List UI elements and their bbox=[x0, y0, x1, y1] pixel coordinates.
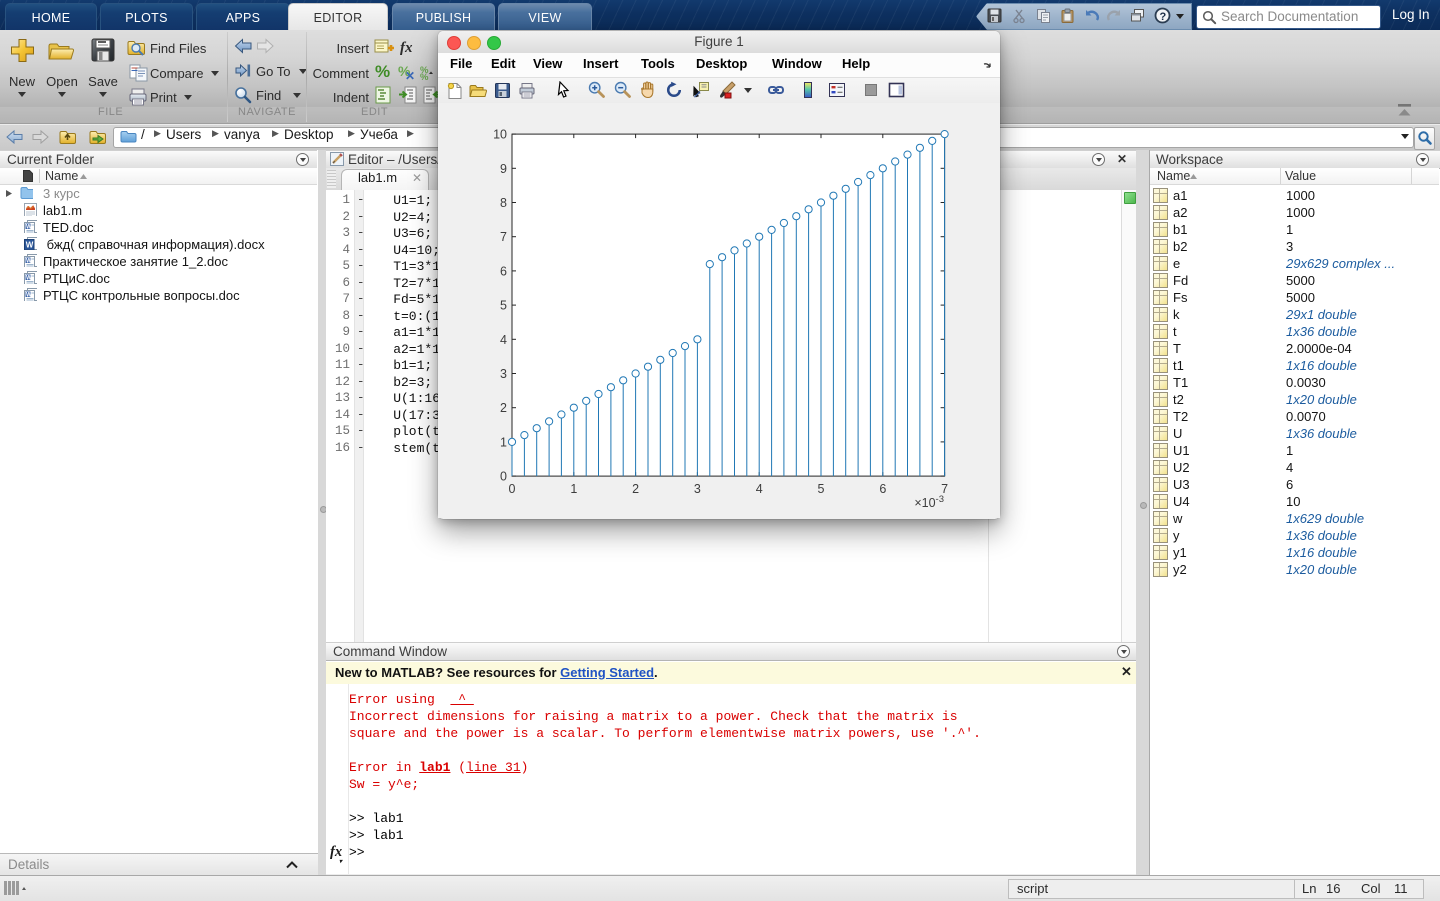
svg-text:8: 8 bbox=[500, 196, 507, 210]
svg-text:%: % bbox=[420, 72, 429, 81]
svg-text:4: 4 bbox=[756, 482, 763, 496]
svg-text:0: 0 bbox=[509, 482, 516, 496]
svg-text:?: ? bbox=[1160, 11, 1167, 23]
svg-text:10: 10 bbox=[493, 128, 507, 142]
svg-text:✕: ✕ bbox=[405, 69, 415, 81]
svg-text:6: 6 bbox=[500, 264, 507, 278]
svg-text:3: 3 bbox=[694, 482, 701, 496]
svg-text:5: 5 bbox=[500, 299, 507, 313]
svg-text:W: W bbox=[26, 293, 32, 299]
svg-text:1: 1 bbox=[500, 435, 507, 449]
svg-text:2: 2 bbox=[632, 482, 639, 496]
svg-text:9: 9 bbox=[500, 162, 507, 176]
svg-text:%: % bbox=[375, 62, 390, 81]
svg-text:W: W bbox=[26, 259, 32, 265]
svg-text:6: 6 bbox=[879, 482, 886, 496]
svg-text:W: W bbox=[26, 225, 32, 231]
svg-text:5: 5 bbox=[818, 482, 825, 496]
svg-text:×10-3: ×10-3 bbox=[914, 494, 944, 511]
svg-text:2: 2 bbox=[500, 401, 507, 415]
svg-text:W: W bbox=[26, 241, 34, 250]
svg-text:W: W bbox=[26, 276, 32, 282]
svg-text:3: 3 bbox=[500, 367, 507, 381]
svg-text:4: 4 bbox=[500, 333, 507, 347]
svg-text:0: 0 bbox=[500, 470, 507, 484]
svg-text:1: 1 bbox=[570, 482, 577, 496]
svg-text:7: 7 bbox=[500, 230, 507, 244]
